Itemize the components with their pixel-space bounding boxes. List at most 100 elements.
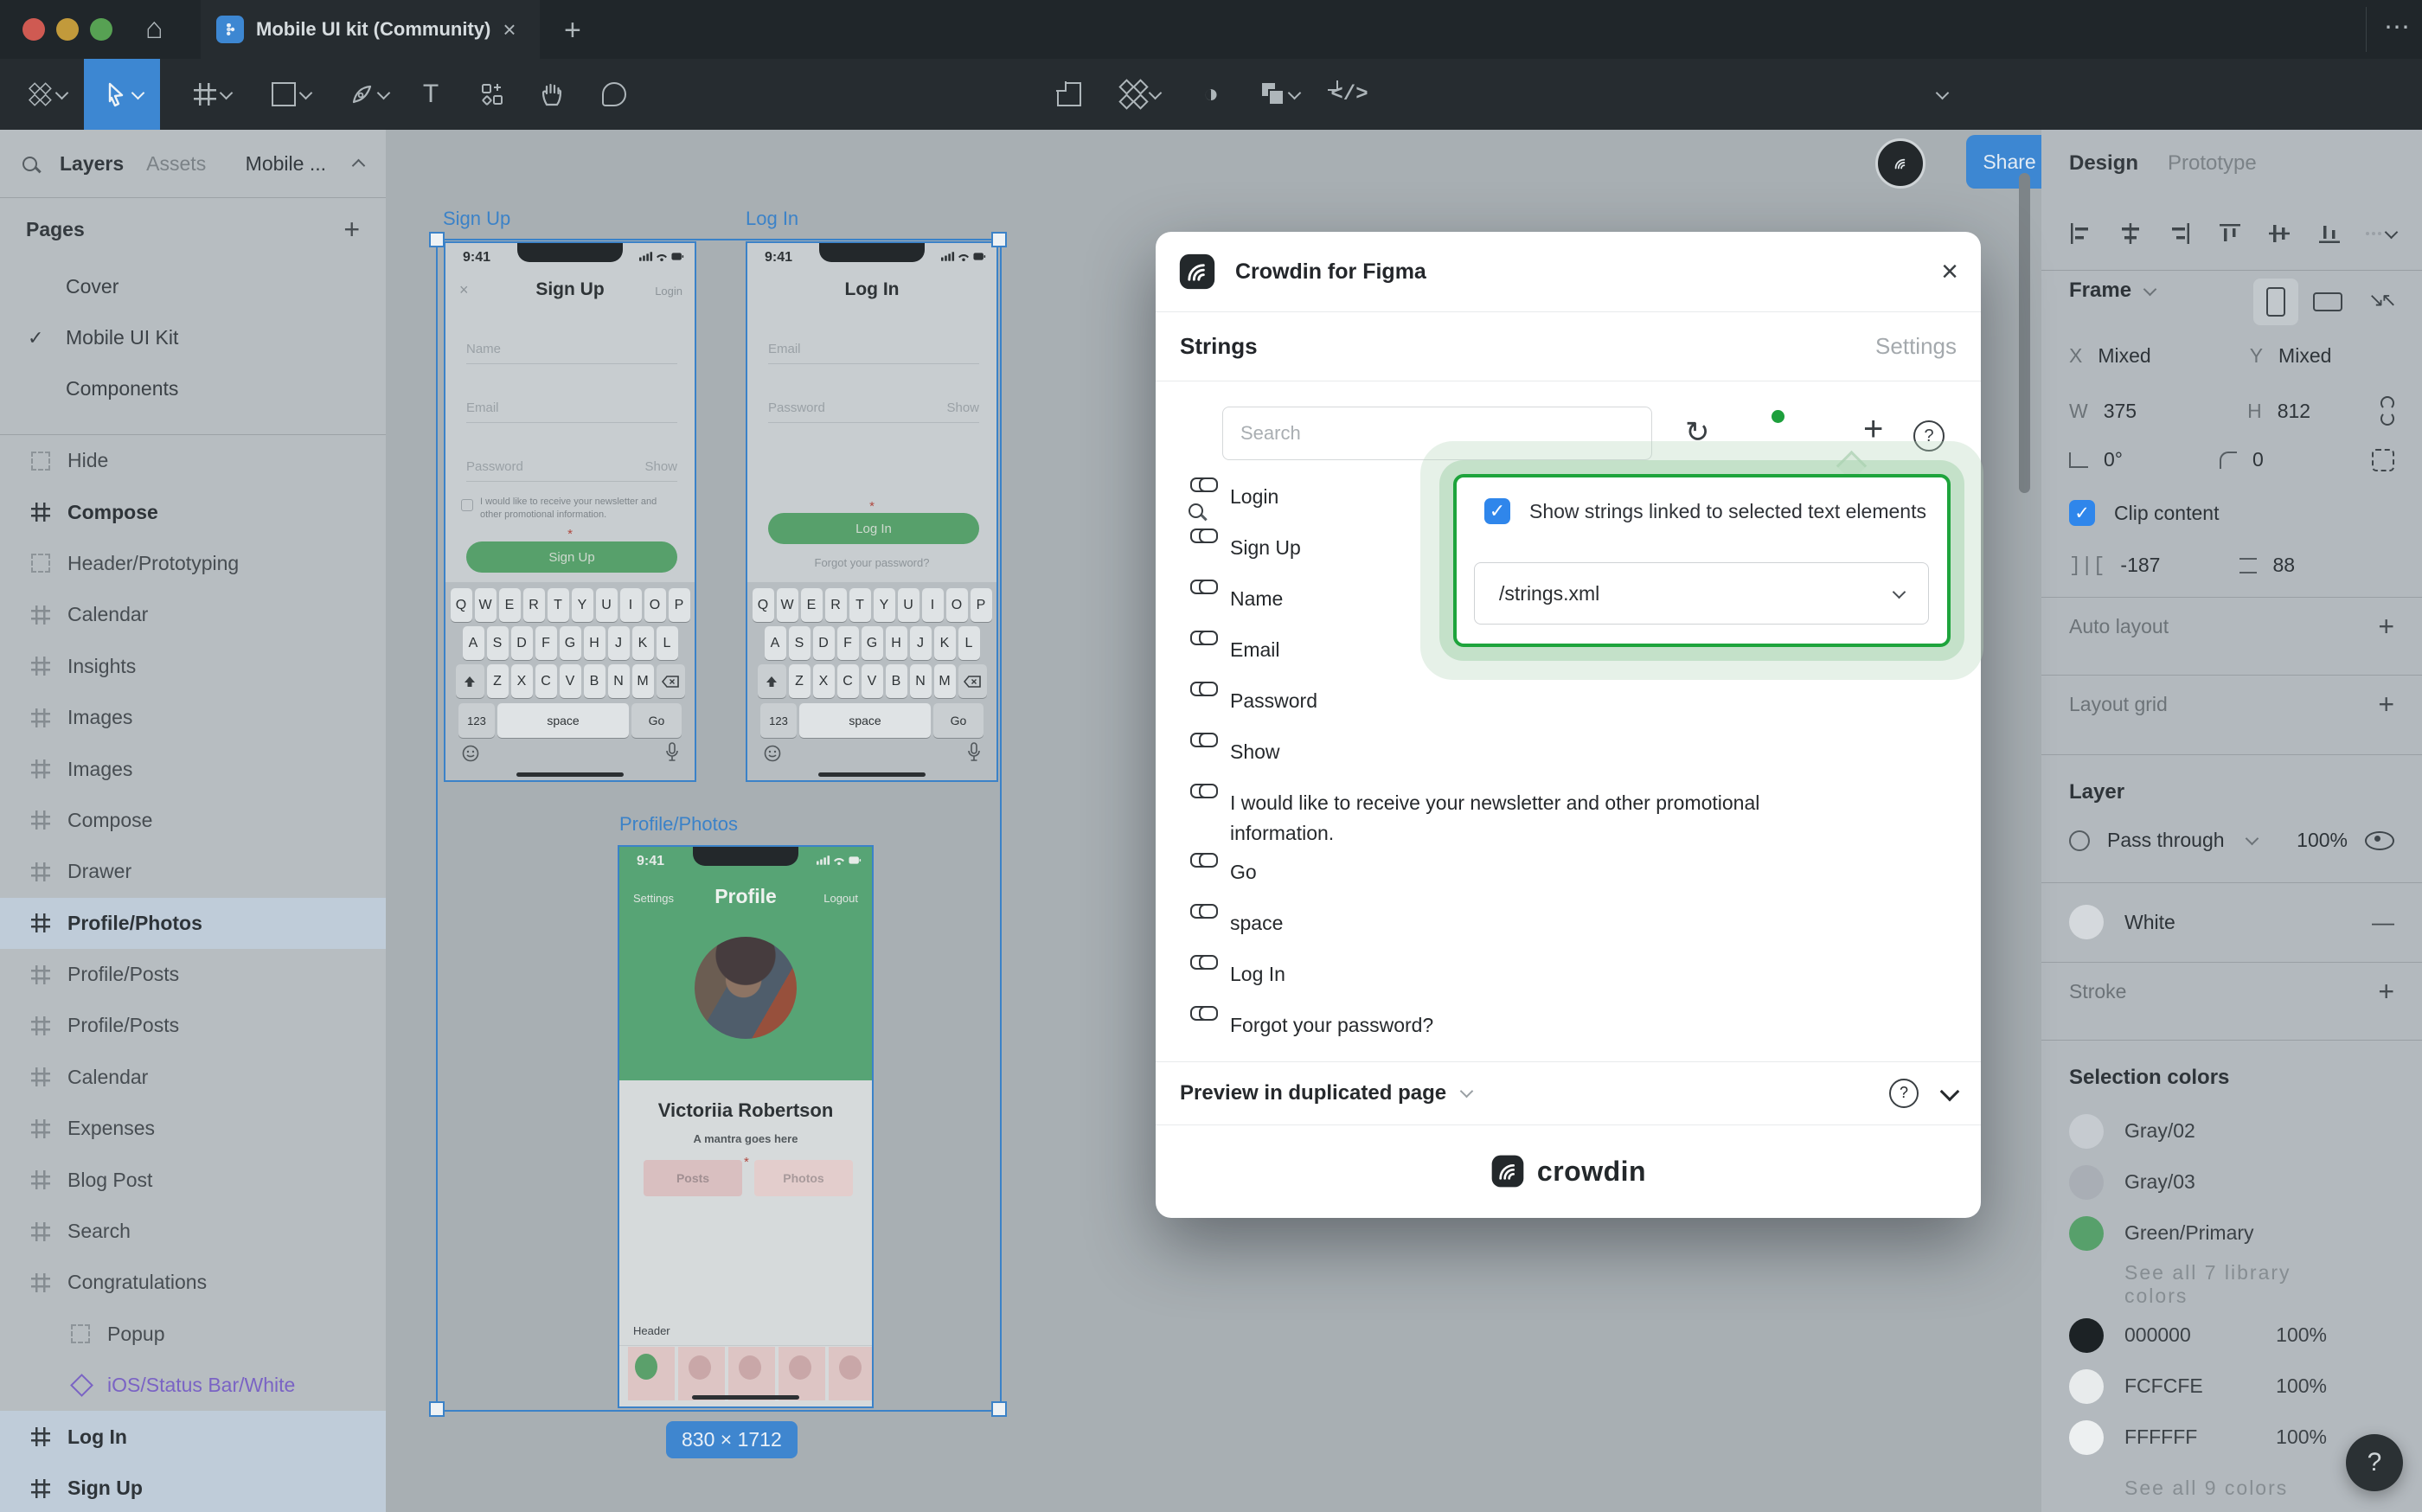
string-row[interactable]: Log In (1190, 950, 1951, 1001)
edit-object-button[interactable] (1045, 59, 1093, 130)
close-traffic-light[interactable] (22, 18, 45, 41)
string-row[interactable]: Go (1190, 848, 1951, 899)
layer-row[interactable]: Blog Post (0, 1154, 386, 1205)
file-tab[interactable]: Mobile UI kit (Community) × (201, 0, 540, 59)
selection-color-row[interactable]: See all 7 library colors (2041, 1259, 2422, 1310)
maximize-traffic-light[interactable] (90, 18, 112, 41)
search-input[interactable] (1222, 407, 1652, 460)
y-value[interactable]: Mixed (2278, 344, 2331, 368)
layer-row[interactable]: Log In (0, 1411, 386, 1462)
signup-frame[interactable]: 9:41 × Sign Up Login Name Email Password… (444, 241, 696, 782)
show-linked-checkbox[interactable]: ✓ (1484, 498, 1510, 524)
layer-row[interactable]: Compose (0, 486, 386, 537)
h-gap-value[interactable]: -187 (2120, 554, 2160, 577)
vertical-scrollbar[interactable] (2019, 173, 2030, 493)
add-string-icon[interactable]: + (1863, 410, 1883, 449)
layer-row[interactable]: Expenses (0, 1103, 386, 1154)
layer-row[interactable]: Popup (0, 1309, 386, 1360)
selection-handle-br[interactable] (991, 1401, 1007, 1417)
mask-button[interactable]: ◑ (1187, 59, 1235, 130)
color-swatch[interactable] (2069, 1114, 2104, 1149)
layer-row[interactable]: Calendar (0, 589, 386, 640)
layer-row[interactable]: Profile/Photos (0, 898, 386, 949)
tab-layers[interactable]: Layers (60, 152, 124, 176)
color-swatch[interactable] (2069, 1216, 2104, 1251)
color-swatch[interactable] (2069, 1420, 2104, 1455)
hand-tool[interactable] (526, 59, 578, 130)
search-icon[interactable] (22, 157, 37, 171)
independent-corners-icon[interactable] (2372, 449, 2394, 471)
collapse-icon[interactable] (352, 158, 366, 172)
distribute-icon[interactable] (2366, 231, 2396, 237)
rotation-value[interactable]: 0° (2104, 448, 2123, 471)
fill-swatch[interactable] (2069, 905, 2104, 939)
landscape-button[interactable] (2305, 279, 2350, 325)
refresh-icon[interactable]: ↻ (1685, 415, 1710, 450)
selection-color-row[interactable]: Green/Primary (2041, 1208, 2422, 1259)
selection-handle-bl[interactable] (429, 1401, 445, 1417)
preview-help-icon[interactable]: ? (1889, 1079, 1919, 1108)
tab-assets[interactable]: Assets (146, 152, 206, 176)
frame-tool[interactable] (177, 59, 247, 130)
text-tool[interactable]: T (407, 59, 455, 130)
layer-row[interactable]: Insights (0, 641, 386, 692)
align-bottom-icon[interactable] (2316, 221, 2342, 247)
align-vertical-center-icon[interactable] (2266, 221, 2292, 247)
preview-duplicated-page[interactable]: Preview in duplicated page (1180, 1081, 1446, 1105)
profile-frame[interactable]: 9:41 Settings Profile Logout Victoriia R… (618, 845, 874, 1408)
page-item[interactable]: ✓ Components (0, 363, 386, 414)
add-layout-grid-button[interactable]: + (2378, 689, 2394, 721)
clip-content-checkbox[interactable]: ✓ (2069, 500, 2095, 526)
tab-close-icon[interactable]: × (503, 16, 516, 43)
string-row[interactable]: I would like to receive your newsletter … (1190, 778, 1951, 848)
add-auto-layout-button[interactable]: + (2378, 611, 2394, 643)
layer-row[interactable]: Profile/Posts (0, 1000, 386, 1051)
tab-design[interactable]: Design (2069, 151, 2138, 176)
selection-handle-tr[interactable] (991, 232, 1007, 247)
layer-row[interactable]: Calendar (0, 1052, 386, 1103)
share-button[interactable]: Share (1966, 135, 2053, 189)
tab-prototype[interactable]: Prototype (2168, 151, 2257, 176)
file-select[interactable]: /strings.xml (1474, 562, 1929, 625)
color-swatch[interactable] (2069, 1318, 2104, 1353)
w-value[interactable]: 375 (2104, 400, 2137, 423)
selection-color-row[interactable]: Gray/03 (2041, 1156, 2422, 1208)
layer-row[interactable]: Search (0, 1206, 386, 1257)
string-row[interactable]: space (1190, 899, 1951, 950)
align-horizontal-center-icon[interactable] (2118, 221, 2143, 247)
layer-row[interactable]: Hide (0, 435, 386, 486)
string-row[interactable]: Show (1190, 727, 1951, 778)
main-menu-button[interactable] (12, 59, 81, 130)
corner-radius-value[interactable]: 0 (2252, 448, 2264, 471)
selection-handle-tl[interactable] (429, 232, 445, 247)
home-icon[interactable]: ⌂ (145, 12, 163, 46)
settings-tab[interactable]: Settings (1875, 333, 1957, 360)
component-tool[interactable] (464, 59, 521, 130)
comment-tool[interactable] (588, 59, 640, 130)
layer-row[interactable]: Compose (0, 795, 386, 846)
dev-resources-button[interactable]: </> (1322, 59, 1377, 130)
h-value[interactable]: 812 (2278, 400, 2310, 423)
shape-tool[interactable] (256, 59, 325, 130)
avatar-dropdown[interactable] (1924, 59, 1955, 130)
blend-mode-value[interactable]: Pass through (2107, 829, 2225, 852)
pen-tool[interactable] (334, 59, 403, 130)
doc-switcher[interactable]: Mobile ... (246, 152, 326, 176)
align-top-icon[interactable] (2217, 221, 2243, 247)
dialog-close-icon[interactable]: × (1941, 255, 1958, 289)
layer-row[interactable]: iOS/Status Bar/White (0, 1360, 386, 1411)
color-swatch[interactable] (2069, 1369, 2104, 1404)
string-row[interactable]: Forgot your password? (1190, 1001, 1951, 1052)
layer-row[interactable]: Congratulations (0, 1257, 386, 1308)
layer-row[interactable]: Sign Up (0, 1463, 386, 1512)
user-avatar[interactable] (1875, 138, 1925, 189)
string-row[interactable]: Password (1190, 676, 1951, 727)
selection-color-row[interactable]: FCFCFE 100% (2041, 1361, 2422, 1412)
remove-fill-button[interactable]: — (2372, 909, 2394, 936)
resize-to-fit-icon[interactable]: ↘↖ (2368, 289, 2393, 311)
add-stroke-button[interactable]: + (2378, 976, 2394, 1008)
align-left-icon[interactable] (2067, 221, 2093, 247)
create-component-button[interactable] (1104, 59, 1176, 130)
page-item[interactable]: ✓ Cover (0, 261, 386, 312)
portrait-button[interactable] (2253, 279, 2298, 325)
